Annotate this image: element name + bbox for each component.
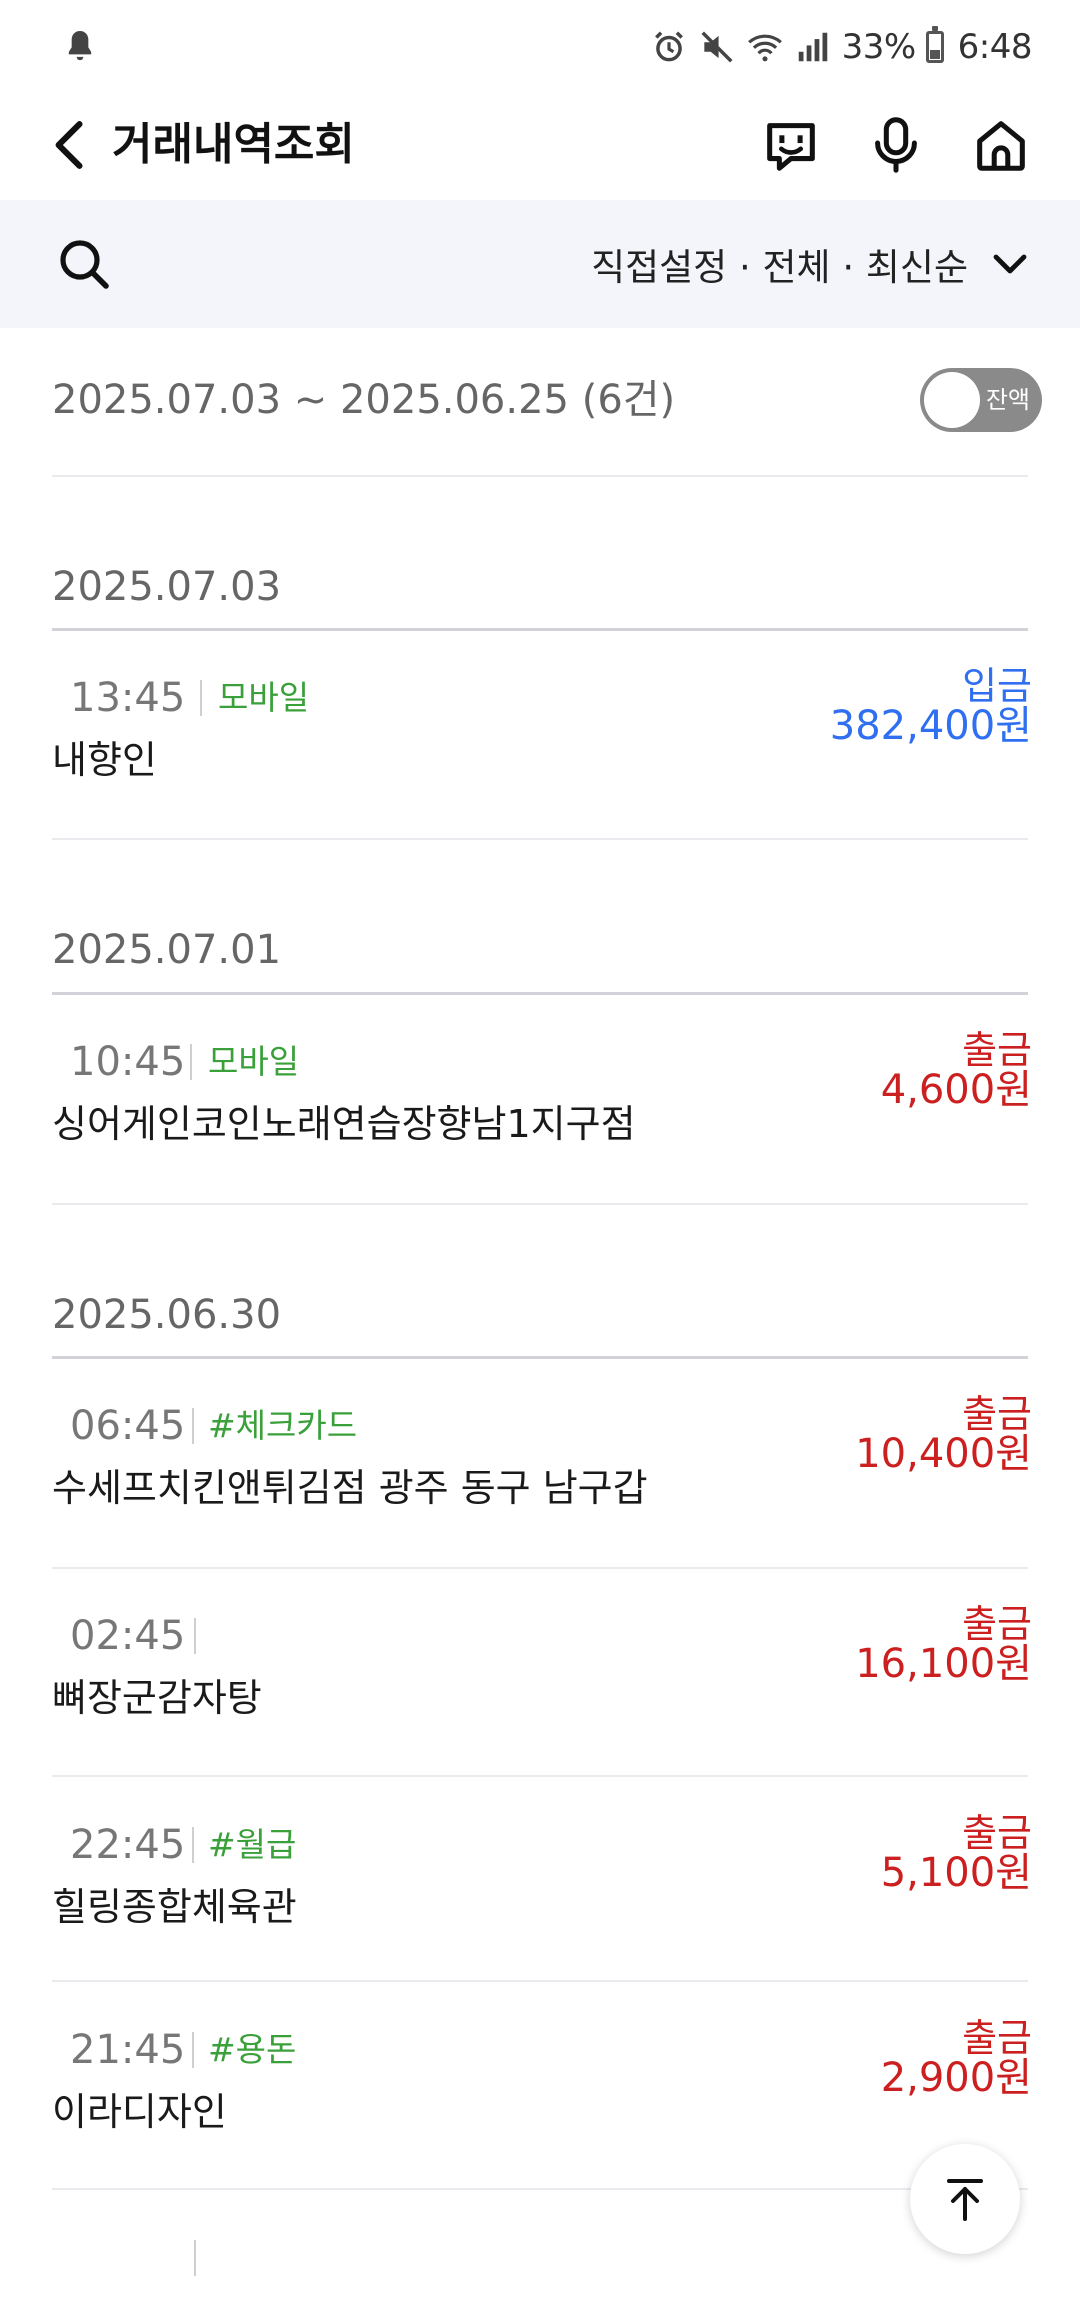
wifi-icon xyxy=(747,34,782,62)
date-header: 2025.07.03 xyxy=(52,564,282,610)
transaction-amount: 16,100원 xyxy=(855,1641,1032,1687)
date-range-summary: 2025.07.03 ~ 2025.06.25 (6건) xyxy=(52,377,676,423)
transaction-merchant: 이라디자인 xyxy=(52,2090,227,2134)
transaction-tag: #월급 xyxy=(208,1825,297,1864)
battery-icon xyxy=(925,26,944,63)
divider xyxy=(52,2188,1028,2190)
transaction-item[interactable]: 13:45 모바일 내향인 입금 382,400원 xyxy=(52,664,1032,818)
date-header: 2025.06.30 xyxy=(52,1292,282,1338)
transaction-item[interactable]: 21:45 #용돈 이라디자인 출금 2,900원 xyxy=(52,2016,1032,2170)
home-button[interactable] xyxy=(962,106,1040,184)
transaction-time: 22:45 xyxy=(70,1822,186,1868)
toggle-knob xyxy=(924,372,980,428)
divider xyxy=(52,1203,1028,1205)
transaction-item[interactable]: 22:45 #월급 힐링종합체육관 출금 5,100원 xyxy=(52,1811,1032,1965)
date-divider xyxy=(52,628,1028,631)
status-indicators: 33% 6:48 xyxy=(650,22,1033,72)
date-header: 2025.07.01 xyxy=(52,927,282,973)
transaction-time: 06:45 xyxy=(70,1403,186,1449)
balance-toggle-label: 잔액 xyxy=(985,386,1030,414)
arrow-up-to-top-icon xyxy=(947,2179,983,2221)
transaction-amount: 10,400원 xyxy=(855,1431,1032,1477)
divider xyxy=(52,1567,1028,1569)
date-divider xyxy=(52,1356,1028,1359)
separator xyxy=(194,1618,196,1654)
divider xyxy=(52,838,1028,840)
search-icon xyxy=(60,240,109,289)
page-title: 거래내역조회 xyxy=(112,119,355,170)
home-icon xyxy=(977,121,1025,171)
separator xyxy=(192,2032,194,2068)
date-range-row: 2025.07.03 ~ 2025.06.25 (6건) 잔액 xyxy=(52,368,1042,432)
transaction-time: 02:45 xyxy=(70,1613,186,1659)
transaction-merchant: 내향인 xyxy=(52,738,157,782)
separator xyxy=(192,1827,194,1863)
mute-icon xyxy=(701,31,733,63)
transaction-tag: 모바일 xyxy=(208,1042,300,1081)
chevron-down-icon xyxy=(993,254,1027,274)
divider xyxy=(52,475,1028,477)
transaction-item[interactable]: 02:45 뼈장군감자탕 출금 16,100원 xyxy=(52,1602,1032,1756)
app-header: 거래내역조회 xyxy=(0,90,1080,200)
chat-smile-icon xyxy=(767,123,815,171)
filter-label: 직접설정 · 전체 · 최신순 xyxy=(591,246,968,289)
back-button[interactable] xyxy=(40,112,100,178)
transaction-amount: 2,900원 xyxy=(880,2055,1032,2101)
filter-dropdown[interactable]: 직접설정 · 전체 · 최신순 xyxy=(591,228,1030,300)
transaction-tag: 모바일 xyxy=(218,678,310,717)
transaction-amount: 382,400원 xyxy=(829,703,1032,749)
separator xyxy=(200,680,202,716)
divider xyxy=(52,1980,1028,1982)
transaction-amount: 5,100원 xyxy=(880,1850,1032,1896)
separator xyxy=(194,2240,196,2276)
chatbot-button[interactable] xyxy=(752,106,830,184)
transaction-tag: #용돈 xyxy=(208,2030,297,2069)
separator xyxy=(192,1408,194,1444)
notification-bell-icon xyxy=(68,31,92,61)
battery-percent: 33% xyxy=(841,27,917,67)
transaction-item[interactable]: 06:45 #체크카드 수세프치킨앤튀김점 광주 동구 남구갑 출금 10,40… xyxy=(52,1392,1032,1546)
transaction-merchant: 수세프치킨앤튀김점 광주 동구 남구갑 xyxy=(52,1466,648,1510)
transaction-time: 13:45 xyxy=(70,675,186,721)
date-divider xyxy=(52,992,1028,995)
transaction-amount: 4,600원 xyxy=(880,1067,1032,1113)
transaction-merchant: 싱어게인코인노래연습장향남1지구점 xyxy=(52,1102,636,1146)
separator xyxy=(190,1044,192,1080)
transaction-tag: #체크카드 xyxy=(208,1406,358,1445)
chevron-left-icon xyxy=(55,121,83,169)
signal-icon xyxy=(798,32,827,62)
microphone-icon xyxy=(875,117,917,173)
search-button[interactable] xyxy=(50,230,118,298)
filter-bar: 직접설정 · 전체 · 최신순 xyxy=(0,200,1080,328)
transaction-time: 10:45 xyxy=(70,1039,186,1085)
voice-button[interactable] xyxy=(857,106,935,184)
divider xyxy=(52,1775,1028,1777)
transaction-merchant: 힐링종합체육관 xyxy=(52,1885,297,1929)
transaction-merchant: 뼈장군감자탕 xyxy=(52,1676,262,1720)
transaction-time: 21:45 xyxy=(70,2027,186,2073)
clock: 6:48 xyxy=(957,27,1033,67)
scroll-to-top-button[interactable] xyxy=(910,2144,1020,2254)
balance-toggle[interactable]: 잔액 xyxy=(920,368,1042,432)
transaction-item[interactable]: 10:45 모바일 싱어게인코인노래연습장향남1지구점 출금 4,600원 xyxy=(52,1028,1032,1182)
alarm-icon xyxy=(654,31,683,62)
status-bar: 33% 6:48 xyxy=(0,0,1080,90)
